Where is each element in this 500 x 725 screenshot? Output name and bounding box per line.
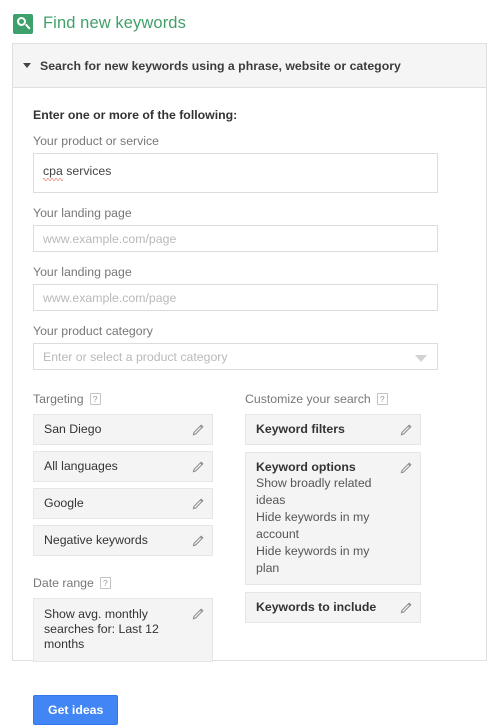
date-range-help-icon[interactable]: ? (99, 577, 111, 589)
pencil-icon[interactable] (399, 424, 412, 437)
targeting-item-network[interactable]: Google (33, 488, 213, 519)
pencil-icon[interactable] (191, 461, 204, 474)
date-range-heading-label: Date range (33, 576, 94, 590)
keyword-option-item: Hide keywords in my plan (256, 544, 370, 575)
actions-row: Get ideas (13, 668, 486, 725)
keyword-option-item: Hide keywords in my account (256, 510, 370, 541)
customize-search-column: Customize your search ? Keyword filters … (245, 391, 421, 668)
product-or-service-input[interactable]: cpa services (33, 153, 438, 193)
pencil-icon[interactable] (399, 602, 412, 615)
page-title: Find new keywords (43, 14, 186, 32)
customize-search-heading-label: Customize your search (245, 392, 371, 406)
targeting-heading: Targeting ? (33, 391, 213, 407)
pencil-icon[interactable] (191, 424, 204, 437)
panel-section-title: Search for new keywords using a phrase, … (40, 58, 401, 73)
targeting-item-label: Google (44, 496, 84, 510)
customize-search-heading: Customize your search ? (245, 391, 421, 407)
panel-section-header[interactable]: Search for new keywords using a phrase, … (13, 44, 486, 88)
get-ideas-button[interactable]: Get ideas (33, 695, 119, 725)
landing-page-1-label: Your landing page (33, 206, 132, 220)
search-panel: Search for new keywords using a phrase, … (12, 43, 487, 725)
targeting-help-icon[interactable]: ? (89, 393, 101, 405)
targeting-heading-label: Targeting (33, 392, 84, 406)
date-range-item[interactable]: Show avg. monthly searches for: Last 12 … (33, 598, 213, 662)
targeting-item-negative-keywords[interactable]: Negative keywords (33, 525, 213, 556)
page-header: Find new keywords (0, 0, 500, 38)
dropdown-arrow-icon[interactable] (415, 355, 427, 362)
targeting-item-label: San Diego (44, 422, 102, 436)
targeting-item-languages[interactable]: All languages (33, 451, 213, 482)
product-category-label: Your product category (33, 324, 153, 338)
keywords-to-include-card[interactable]: Keywords to include (245, 592, 421, 623)
product-category-select[interactable]: Enter or select a product category (33, 343, 438, 370)
pencil-icon[interactable] (399, 462, 412, 475)
product-category-placeholder: Enter or select a product category (43, 349, 228, 364)
keyword-filters-title: Keyword filters (256, 422, 345, 436)
landing-page-2-label: Your landing page (33, 265, 132, 279)
options-columns: Targeting ? San Diego All languages Goog… (33, 391, 466, 668)
product-or-service-value-rest: services (62, 164, 112, 178)
keyword-option-item: Show broadly related ideas (256, 476, 372, 507)
keyword-planner-search-icon (13, 13, 33, 34)
pencil-icon[interactable] (191, 498, 204, 511)
misspelled-word: cpa (43, 164, 63, 181)
panel-body: Enter one or more of the following: Your… (13, 88, 486, 668)
targeting-item-label: All languages (44, 459, 118, 473)
pencil-icon[interactable] (191, 608, 204, 621)
caret-down-icon[interactable] (23, 63, 31, 68)
date-range-value: Show avg. monthly searches for: Last 12 … (44, 607, 159, 651)
keyword-options-title: Keyword options (256, 460, 356, 474)
targeting-column: Targeting ? San Diego All languages Goog… (33, 391, 213, 668)
landing-page-2-input[interactable] (33, 284, 438, 311)
product-or-service-label: Your product or service (33, 134, 159, 148)
keywords-to-include-title: Keywords to include (256, 600, 377, 614)
pencil-icon[interactable] (191, 535, 204, 548)
customize-search-help-icon[interactable]: ? (376, 393, 388, 405)
form-intro: Enter one or more of the following: (33, 108, 238, 122)
targeting-item-location[interactable]: San Diego (33, 414, 213, 445)
landing-page-1-input[interactable] (33, 225, 438, 252)
date-range-heading: Date range ? (33, 575, 213, 591)
keyword-options-card[interactable]: Keyword options Show broadly related ide… (245, 452, 421, 585)
keyword-filters-card[interactable]: Keyword filters (245, 414, 421, 445)
targeting-item-label: Negative keywords (44, 533, 148, 547)
